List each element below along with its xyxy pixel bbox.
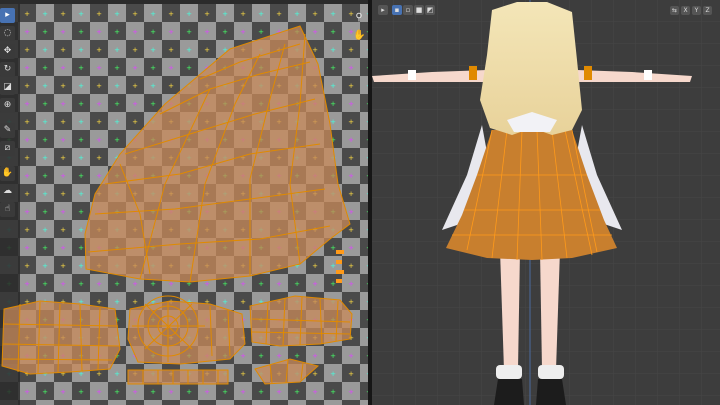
scale-icon: ◪ xyxy=(3,82,12,92)
left-sleeve-ribbon xyxy=(469,66,477,80)
viewport-header: ▸ ▪ ▫ ■ ◩ xyxy=(378,5,435,15)
cursor-tool-button[interactable]: ▸ xyxy=(0,8,15,23)
right-shoe xyxy=(536,379,566,405)
transform-tool-button[interactable]: ⊕ xyxy=(0,98,15,113)
left-shoe xyxy=(494,379,524,405)
uv-toolbar: ▸ ◌ ✥ ↻ ◪ ⊕ ✎ ⧄ ✋ ☁ ☝ xyxy=(0,8,17,217)
grab-tool-button[interactable]: ✋ xyxy=(0,166,15,181)
xray-icon[interactable]: ◩ xyxy=(425,5,435,15)
relax-icon: ☁ xyxy=(3,186,12,196)
uv-island-strip[interactable] xyxy=(127,369,229,385)
uv-editor-panel[interactable]: + + + + xyxy=(0,4,368,405)
right-sock xyxy=(538,365,564,379)
right-sleeve-ribbon xyxy=(584,66,592,80)
editor-type-icon[interactable]: ▸ xyxy=(378,5,388,15)
move-icon: ✥ xyxy=(3,46,12,56)
move-tool-button[interactable]: ✥ xyxy=(0,44,15,59)
right-wrist-cuff xyxy=(644,70,652,80)
face-select-icon[interactable]: ■ xyxy=(414,5,424,15)
toolbar-separator xyxy=(0,116,17,120)
annotate-tool-button[interactable]: ✎ xyxy=(0,123,15,138)
select-circle-tool-button[interactable]: ◌ xyxy=(0,26,15,41)
zoom-icon[interactable]: ⚲ xyxy=(353,12,365,24)
mirror-x-toggle[interactable]: X xyxy=(681,6,690,15)
vertex-select-icon[interactable]: ▪ xyxy=(392,5,402,15)
pinch-tool-button[interactable]: ☝ xyxy=(0,202,15,217)
rip-icon: ⧄ xyxy=(4,143,11,153)
left-wrist-cuff xyxy=(408,70,416,80)
grab-icon: ✋ xyxy=(1,168,14,178)
cursor-icon: ▸ xyxy=(5,10,10,20)
uv-navigation-gizmo: ⚲ ✋ xyxy=(353,12,365,42)
mirror-axis-toggles: ⇆ X Y Z xyxy=(670,6,712,15)
mirror-z-toggle[interactable]: Z xyxy=(703,6,712,15)
pinch-icon: ☝ xyxy=(4,204,11,214)
rip-tool-button[interactable]: ⧄ xyxy=(0,141,15,156)
3d-viewport[interactable]: ▸ ▪ ▫ ■ ◩ ⇆ X Y Z xyxy=(372,0,720,405)
relax-tool-button[interactable]: ☁ xyxy=(0,184,15,199)
viewport-canvas[interactable] xyxy=(372,0,720,405)
edge-select-icon[interactable]: ▫ xyxy=(403,5,413,15)
scale-tool-button[interactable]: ◪ xyxy=(0,80,15,95)
select-mode-group: ▪ ▫ ■ ◩ xyxy=(392,5,435,15)
transform-icon: ⊕ xyxy=(3,100,12,110)
pan-hand-icon[interactable]: ✋ xyxy=(353,30,365,42)
annotate-icon: ✎ xyxy=(3,125,12,135)
rotate-tool-button[interactable]: ↻ xyxy=(0,62,15,77)
rotate-icon: ↻ xyxy=(3,64,12,74)
mirror-y-toggle[interactable]: Y xyxy=(692,6,701,15)
left-sock xyxy=(496,365,522,379)
select-circle-icon: ◌ xyxy=(3,28,12,38)
toolbar-separator xyxy=(0,159,17,163)
uv-island-bottom-left[interactable] xyxy=(1,300,121,375)
uv-canvas[interactable]: + + + + xyxy=(0,4,368,405)
mirror-toggle-icon[interactable]: ⇆ xyxy=(670,6,679,15)
